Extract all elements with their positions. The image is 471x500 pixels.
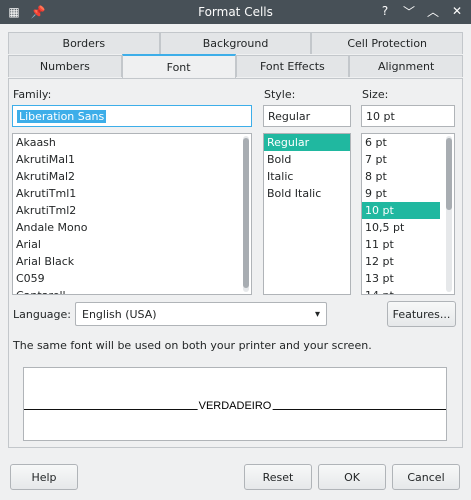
tab-row-bottom: Numbers Font Font Effects Alignment [8, 54, 463, 78]
style-list[interactable]: Regular Bold Italic Bold Italic [263, 133, 351, 295]
family-label: Family: [13, 88, 52, 101]
size-item[interactable]: 7 pt [362, 151, 454, 168]
size-item[interactable]: 8 pt [362, 168, 454, 185]
family-item[interactable]: Arial Black [13, 253, 251, 270]
style-input[interactable]: Regular [263, 105, 351, 127]
minimize-icon[interactable]: ﹀ [401, 3, 417, 19]
tab-alignment[interactable]: Alignment [349, 55, 463, 77]
family-item[interactable]: Akaash [13, 134, 251, 151]
size-item[interactable]: 10,5 pt [362, 219, 454, 236]
family-item[interactable]: AkrutiMal1 [13, 151, 251, 168]
close-icon[interactable]: ✕ [449, 3, 465, 19]
size-item[interactable]: 14 pt [362, 287, 454, 294]
maximize-icon[interactable]: ︿ [425, 3, 441, 19]
style-label: Style: [264, 88, 296, 101]
size-scroll-thumb[interactable] [446, 138, 452, 210]
language-label: Language: [13, 308, 71, 321]
pin-icon[interactable]: 📌 [30, 4, 46, 20]
tab-font[interactable]: Font [121, 54, 236, 78]
chevron-down-icon: ▾ [314, 308, 320, 320]
style-item[interactable]: Bold Italic [264, 185, 350, 202]
style-input-value: Regular [268, 109, 311, 123]
family-item[interactable]: Arial [13, 236, 251, 253]
size-item[interactable]: 9 pt [362, 185, 454, 202]
help-icon[interactable]: ? [377, 3, 393, 19]
tab-numbers[interactable]: Numbers [8, 55, 122, 77]
size-item[interactable]: 12 pt [362, 253, 454, 270]
language-value: English (USA) [82, 307, 157, 321]
reset-button[interactable]: Reset [244, 464, 312, 490]
size-item[interactable]: 10 pt [362, 202, 440, 219]
title-bar: ▦ 📌 Format Cells ? ﹀ ︿ ✕ [0, 0, 471, 24]
style-item[interactable]: Italic [264, 168, 350, 185]
size-list[interactable]: 6 pt 7 pt 8 pt 9 pt 10 pt 10,5 pt 11 pt … [361, 133, 455, 295]
size-input-value: 10 pt [366, 109, 395, 123]
family-item[interactable]: AkrutiTml2 [13, 202, 251, 219]
help-button[interactable]: Help [10, 464, 78, 490]
ok-button[interactable]: OK [318, 464, 386, 490]
family-scroll-thumb[interactable] [243, 138, 249, 288]
size-item[interactable]: 13 pt [362, 270, 454, 287]
tab-font-effects[interactable]: Font Effects [235, 55, 350, 77]
window-title: Format Cells [198, 5, 273, 19]
preview-text: VERDADEIRO [197, 400, 273, 412]
tab-background[interactable]: Background [159, 32, 312, 54]
size-item[interactable]: 6 pt [362, 134, 454, 151]
font-note: The same font will be used on both your … [13, 339, 372, 352]
size-scrollbar[interactable] [446, 136, 452, 292]
features-button[interactable]: Features... [387, 301, 456, 327]
font-preview: VERDADEIRO [23, 367, 447, 441]
size-label: Size: [362, 88, 389, 101]
size-input[interactable]: 10 pt [361, 105, 455, 127]
family-item[interactable]: AkrutiMal2 [13, 168, 251, 185]
tab-row-top: Borders Background Cell Protection [8, 32, 464, 54]
family-scrollbar[interactable] [243, 136, 249, 292]
tab-borders[interactable]: Borders [8, 32, 160, 54]
family-list[interactable]: Akaash AkrutiMal1 AkrutiMal2 AkrutiTml1 … [12, 133, 252, 295]
size-item[interactable]: 11 pt [362, 236, 454, 253]
style-item[interactable]: Regular [264, 134, 350, 151]
family-input-value: Liberation Sans [17, 109, 107, 123]
family-input[interactable]: Liberation Sans [12, 105, 252, 127]
app-icon: ▦ [8, 5, 20, 19]
tab-cell-protection[interactable]: Cell Protection [311, 32, 464, 54]
cancel-button[interactable]: Cancel [392, 464, 460, 490]
family-item[interactable]: C059 [13, 270, 251, 287]
style-item[interactable]: Bold [264, 151, 350, 168]
family-item[interactable]: AkrutiTml1 [13, 185, 251, 202]
family-item[interactable]: Andale Mono [13, 219, 251, 236]
family-item[interactable]: Cantarell [13, 287, 251, 294]
language-dropdown[interactable]: English (USA) ▾ [75, 302, 327, 326]
